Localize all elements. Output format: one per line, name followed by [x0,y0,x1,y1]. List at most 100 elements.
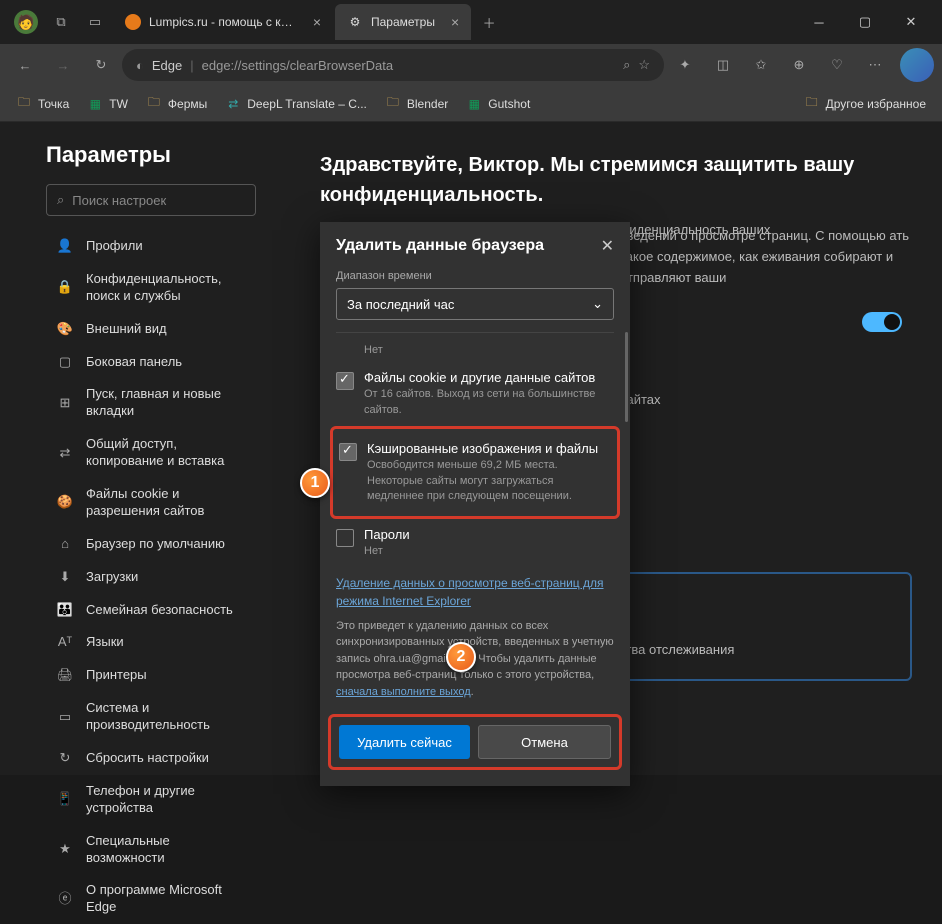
search-input[interactable]: ⌕ Поиск настроек [46,184,256,216]
close-icon[interactable]: × [451,14,459,30]
favorite-icon[interactable]: ☆ [638,57,650,73]
search-placeholder: Поиск настроек [72,193,166,208]
user-avatar[interactable]: 🧑 [14,10,38,34]
nav-icon: 🎨 [56,321,74,338]
nav-icon: 👤 [56,238,74,255]
clear-data-dialog: Удалить данные браузера ✕ Диапазон време… [320,222,630,786]
tab-settings[interactable]: ⚙ Параметры × [335,4,471,40]
nav-icon: ⊞ [56,395,74,412]
forward-button: → [46,48,80,82]
nav-icon: ▢ [56,354,74,371]
sidebar-item[interactable]: 👪Семейная безопасность [46,594,256,627]
sidebar-item[interactable]: ▭Система и производительность [46,692,256,742]
sidebar-item[interactable]: ⊞Пуск, главная и новые вкладки [46,378,256,428]
gear-icon: ⚙ [347,14,363,30]
bookmark-item[interactable]: ▦TW [79,92,136,116]
nav-icon: Аᵀ [56,634,74,651]
nav-icon: ⌂ [56,536,74,553]
nav-icon: 📱 [56,791,74,808]
bookmark-item[interactable]: 🗀Blender [377,92,456,116]
close-window-button[interactable]: ✕ [888,5,934,39]
checkbox[interactable] [339,443,357,461]
bookmark-item[interactable]: 🗀Фермы [138,92,215,116]
time-range-select[interactable]: За последний час ⌄ [336,288,614,320]
maximize-button[interactable]: ▢ [842,5,888,39]
page-title: Параметры [46,142,256,168]
favorites-icon[interactable]: ✩ [744,48,778,82]
sidebar-item[interactable]: 🔒Конфиденциальность, поиск и службы [46,263,256,313]
refresh-button[interactable]: ↻ [84,48,118,82]
deepl-icon: ⇄ [225,96,241,112]
tab-lumpics[interactable]: Lumpics.ru - помощь с компью... × [113,4,333,40]
dialog-title: Удалить данные браузера [336,237,544,255]
marker-1: 1 [300,468,330,498]
search-icon: ⌕ [57,192,64,208]
folder-icon: 🗀 [804,96,820,112]
sidebar-item[interactable]: АᵀЯзыки [46,626,256,659]
sidebar-item[interactable]: ↻Сбросить настройки [46,742,256,775]
sidebar-item[interactable]: 📱Телефон и другие устройства [46,775,256,825]
ie-mode-link[interactable]: Удаление данных о просмотре веб-страниц … [336,574,614,610]
nav-icon: ↻ [56,750,74,767]
sidebar-item[interactable]: ⓔО программе Microsoft Edge [46,874,256,924]
menu-icon[interactable]: ⋯ [858,48,892,82]
search-icon[interactable]: ⌕ [623,57,630,73]
other-bookmarks[interactable]: 🗀Другое избранное [796,92,934,116]
nav-icon: ▭ [56,709,74,726]
nav-icon: 🍪 [56,494,74,511]
option-passwords[interactable]: ПаролиНет [336,521,614,565]
nav-icon: 👪 [56,602,74,619]
split-icon[interactable]: ◫ [706,48,740,82]
new-tab-button[interactable]: ＋ [472,5,506,39]
bookmark-item[interactable]: ▦Gutshot [458,92,538,116]
option-cache[interactable]: Кэшированные изображения и файлыОсвободи… [339,435,611,510]
favicon-lumpics [125,14,141,30]
workspaces-icon[interactable]: ⧉ [44,5,78,39]
sidebar-item[interactable]: ⬇Загрузки [46,561,256,594]
sidebar-item[interactable]: ⌂Браузер по умолчанию [46,528,256,561]
minimize-button[interactable]: ─ [796,5,842,39]
browser-essentials-icon[interactable]: ♡ [820,48,854,82]
extensions-icon[interactable]: ✦ [668,48,702,82]
option-history[interactable]: Нет [336,332,614,364]
option-cookies[interactable]: Файлы cookie и другие данные сайтовОт 16… [336,364,614,424]
close-icon[interactable]: × [313,14,321,30]
sidebar-item[interactable]: 👤Профили [46,230,256,263]
sheet-icon: ▦ [87,96,103,112]
back-button[interactable]: ← [8,48,42,82]
cancel-button[interactable]: Отмена [478,725,611,759]
checkbox[interactable] [336,529,354,547]
url-text: edge://settings/clearBrowserData [202,58,393,73]
clear-now-button[interactable]: Удалить сейчас [339,725,470,759]
signout-link[interactable]: сначала выполните выход [336,686,471,698]
edge-icon: ◐ [136,58,144,73]
highlight-box-2: Удалить сейчас Отмена [328,714,622,770]
marker-2: 2 [446,642,476,672]
nav-icon: 🔒 [56,279,74,296]
address-bar[interactable]: ◐ Edge | edge://settings/clearBrowserDat… [122,49,664,81]
bookmark-item[interactable]: 🗀Точка [8,92,77,116]
copilot-button[interactable] [900,48,934,82]
collections-icon[interactable]: ⊕ [782,48,816,82]
bookmark-item[interactable]: ⇄DeepL Translate – С... [217,92,375,116]
main-heading: Здравствуйте, Виктор. Мы стремимся защит… [320,150,880,210]
sidebar-item[interactable]: 🎨Внешний вид [46,313,256,346]
time-range-label: Диапазон времени [336,270,614,282]
scrollbar[interactable] [625,332,628,422]
dialog-close-button[interactable]: ✕ [601,236,614,256]
sheet-icon: ▦ [466,96,482,112]
nav-icon: ★ [56,841,74,858]
sidebar-item[interactable]: ▢Боковая панель [46,346,256,379]
checkbox[interactable] [336,372,354,390]
highlight-box-1: Кэшированные изображения и файлыОсвободи… [330,426,620,519]
sidebar-item[interactable]: ⇄Общий доступ, копирование и вставка [46,428,256,478]
tracking-toggle[interactable] [862,312,902,332]
sidebar-item[interactable]: 🍪Файлы cookie и разрешения сайтов [46,478,256,528]
tracking-blurb: сведений о просмотре страниц. С помощью … [620,226,912,288]
sidebar-item[interactable]: ★Специальные возможности [46,825,256,875]
vertical-tabs-icon[interactable]: ▭ [78,5,112,39]
nav-icon: ⇄ [56,445,74,462]
nav-icon: 🖨 [56,667,74,684]
folder-icon: 🗀 [146,96,162,112]
sidebar-item[interactable]: 🖨Принтеры [46,659,256,692]
